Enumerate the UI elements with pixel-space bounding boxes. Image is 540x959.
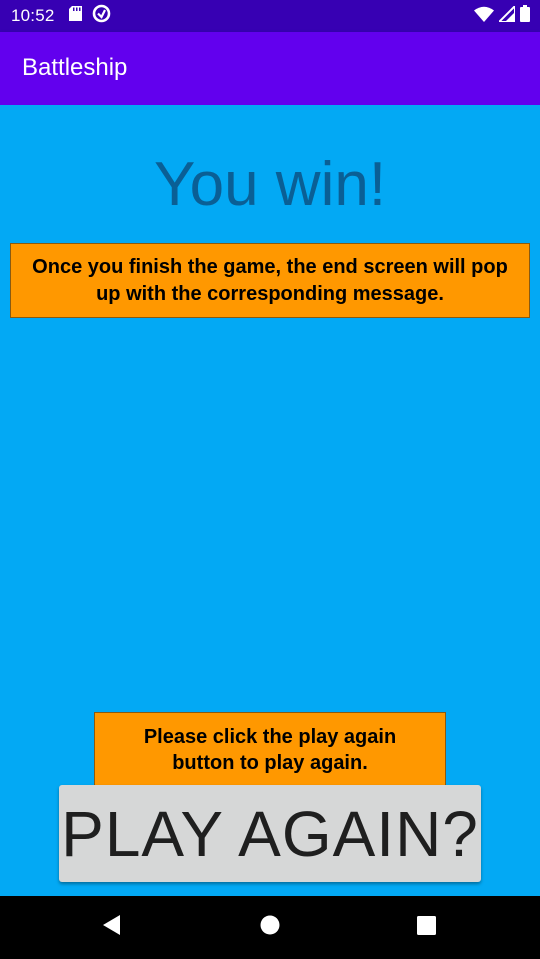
wifi-icon: [474, 6, 494, 27]
result-headline: You win!: [153, 150, 387, 219]
data-saver-icon: [92, 4, 111, 28]
play-again-hint-text: Please click the play again button to pl…: [143, 725, 397, 774]
back-button[interactable]: [72, 896, 152, 959]
home-button[interactable]: [230, 896, 310, 959]
end-screen-hint-text: Once you finish the game, the end screen…: [32, 255, 508, 305]
back-icon: [101, 914, 123, 941]
recents-button[interactable]: [386, 896, 466, 959]
status-bar: 10:52: [0, 0, 540, 32]
home-icon: [260, 915, 280, 940]
play-again-hint: Please click the play again button to pl…: [94, 712, 446, 787]
signal-icon: [496, 3, 516, 27]
end-screen-content: You win! Once you finish the game, the e…: [0, 105, 540, 896]
play-again-button[interactable]: PLAY AGAIN?: [59, 785, 481, 882]
app-title: Battleship: [22, 54, 128, 81]
recents-icon: [416, 915, 436, 940]
sd-card-icon: [68, 6, 82, 26]
battery-icon: [520, 5, 530, 27]
app-bar: Battleship: [0, 32, 540, 105]
status-time: 10:52: [11, 6, 55, 25]
end-screen-hint: Once you finish the game, the end screen…: [10, 243, 530, 318]
navigation-bar: [0, 896, 540, 959]
